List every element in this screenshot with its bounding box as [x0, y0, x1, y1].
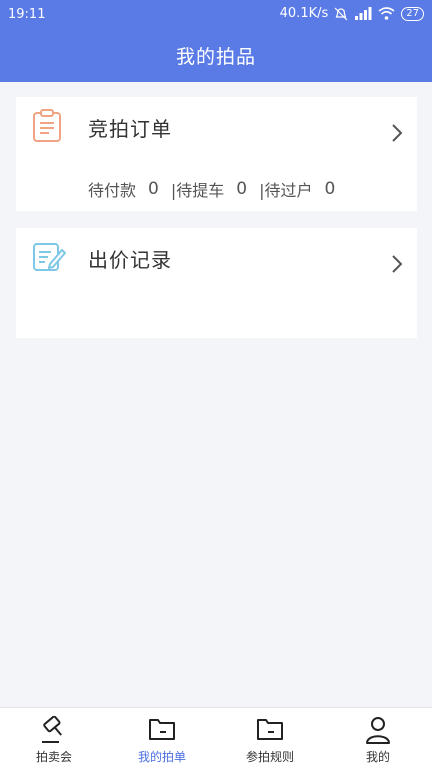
network-speed: 40.1K/s [279, 6, 329, 21]
bid-records-title: 出价记录 [88, 248, 172, 272]
stat-pending-pickup-label[interactable]: |待提车 [171, 177, 224, 201]
edit-document-icon [32, 242, 67, 276]
chevron-right-icon [391, 123, 403, 147]
tab-my-orders-label: 我的拍单 [137, 750, 186, 764]
stat-pending-payment-label[interactable]: 待付款 [88, 177, 136, 201]
tab-auction-label: 拍卖会 [35, 750, 72, 764]
chevron-right-icon [391, 254, 403, 278]
bid-records-card[interactable]: 出价记录 [16, 228, 417, 338]
stat-pending-transfer-label[interactable]: |待过户 [259, 177, 312, 201]
folder-icon [256, 716, 284, 746]
page-title: 我的拍品 [175, 46, 256, 68]
status-bar: 19:11 40.1K/s 27 [0, 0, 432, 28]
mute-icon [334, 7, 348, 21]
stat-pending-payment-count[interactable]: 0 [148, 179, 159, 199]
wifi-icon [378, 7, 395, 20]
status-time: 19:11 [8, 7, 46, 22]
stat-pending-pickup-count[interactable]: 0 [236, 179, 247, 199]
bottom-tab-bar: 拍卖会 我的拍单 参拍规则 我的 [0, 707, 432, 769]
tab-mine-label: 我的 [365, 750, 390, 764]
tab-my-orders[interactable]: 我的拍单 [108, 708, 216, 769]
auction-orders-title: 竞拍订单 [88, 117, 172, 141]
app-header: 19:11 40.1K/s 27 我的拍品 [0, 0, 432, 82]
battery-indicator: 27 [401, 6, 424, 21]
clipboard-icon [32, 109, 62, 147]
tab-auction[interactable]: 拍卖会 [0, 708, 108, 769]
person-icon [365, 716, 391, 748]
tab-rules-label: 参拍规则 [245, 750, 294, 764]
auction-orders-card[interactable]: 竞拍订单 待付款 0 |待提车 0 |待过户 0 [16, 97, 417, 211]
folder-icon [148, 716, 176, 746]
status-icons: 40.1K/s 27 [280, 6, 424, 21]
gavel-icon [39, 715, 69, 748]
order-stats: 待付款 0 |待提车 0 |待过户 0 [88, 177, 347, 201]
tab-mine[interactable]: 我的 [324, 708, 432, 769]
tab-rules[interactable]: 参拍规则 [216, 708, 324, 769]
signal-icon [354, 7, 372, 20]
stat-pending-transfer-count[interactable]: 0 [324, 179, 335, 199]
